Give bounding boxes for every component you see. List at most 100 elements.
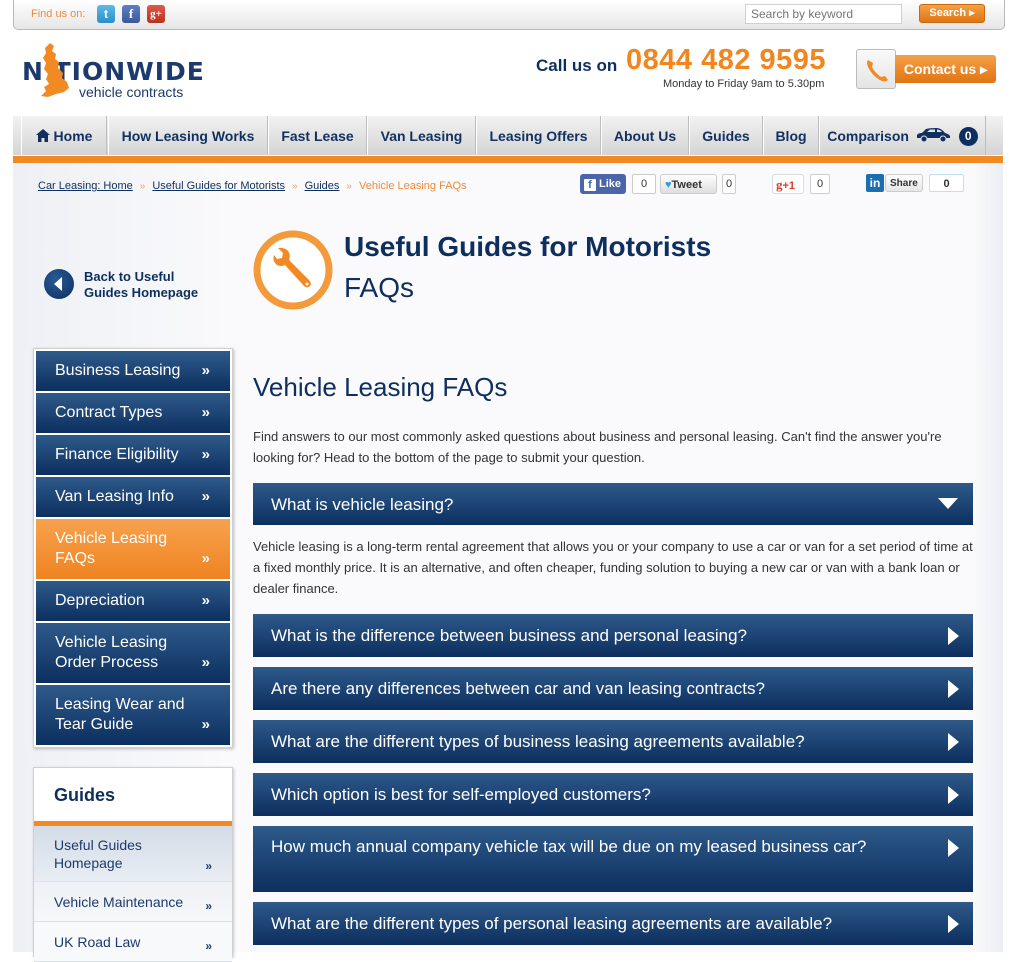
triangle-down-icon: [938, 498, 958, 509]
sidebar-item-van-leasing-info[interactable]: Van Leasing Info »: [36, 477, 230, 517]
guides-item-useful-guides-homepage[interactable]: Useful Guides Homepage »: [34, 826, 232, 882]
faq-question[interactable]: What are the different types of personal…: [253, 902, 973, 945]
guides-item-vehicle-maintenance[interactable]: Vehicle Maintenance »: [34, 882, 232, 922]
sidebar-item-finance-eligibility[interactable]: Finance Eligibility »: [36, 435, 230, 475]
faq-question-text: How much annual company vehicle tax will…: [271, 837, 867, 856]
sidebar-item-wear-and-tear[interactable]: Leasing Wear and Tear Guide »: [36, 685, 230, 745]
chevron-right-icon: »: [201, 404, 210, 421]
search-input[interactable]: [745, 4, 902, 24]
faq-question[interactable]: Which option is best for self-employed c…: [253, 773, 973, 816]
faq-question[interactable]: What is the difference between business …: [253, 614, 973, 657]
nav-underline: [13, 156, 1003, 163]
facebook-like-label: Like: [599, 178, 622, 190]
triangle-right-icon: [948, 915, 959, 933]
find-us-label: Find us on:: [31, 8, 86, 20]
tweet-button[interactable]: ♥Tweet: [660, 174, 717, 194]
nav-fast-lease[interactable]: Fast Lease: [268, 116, 367, 155]
facebook-icon[interactable]: f: [122, 5, 140, 23]
sidebar-item-label: Vehicle Leasing FAQs: [55, 530, 168, 567]
triangle-right-icon: [948, 839, 959, 857]
faq-question-text: What are the different types of business…: [271, 732, 805, 751]
section-heading: Vehicle Leasing FAQs: [253, 372, 508, 402]
guides-panel-title: Guides: [54, 785, 116, 805]
facebook-like-count: 0: [632, 174, 656, 194]
home-icon: [35, 129, 50, 142]
search-button[interactable]: Search ▸: [919, 4, 985, 23]
logo-subtitle: vehicle contracts: [79, 84, 184, 100]
google-plus-count: 0: [810, 174, 830, 194]
nav-home-label: Home: [53, 128, 93, 144]
faq-question[interactable]: Are there any differences between car an…: [253, 667, 973, 710]
chevron-right-icon: »: [201, 446, 210, 463]
top-bar: Find us on: t f g+ Search ▸: [13, 0, 1005, 30]
breadcrumb-home[interactable]: Car Leasing: Home: [38, 180, 133, 192]
breadcrumb-current: Vehicle Leasing FAQs: [358, 180, 467, 192]
faq-question[interactable]: How much annual company vehicle tax will…: [253, 826, 973, 892]
twitter-icon[interactable]: t: [97, 5, 115, 23]
sidebar-item-order-process[interactable]: Vehicle Leasing Order Process »: [36, 623, 230, 683]
linkedin-share-button[interactable]: Share: [885, 174, 923, 192]
breadcrumb-useful-guides[interactable]: Useful Guides for Motorists: [152, 180, 285, 192]
linkedin-icon[interactable]: in: [866, 174, 884, 192]
phone-number[interactable]: 0844 482 9595: [626, 44, 826, 77]
phone-icon: [867, 60, 888, 82]
google-plus-one-button[interactable]: g+1: [772, 174, 804, 194]
opening-hours: Monday to Friday 9am to 5.30pm: [663, 78, 825, 90]
triangle-right-icon: [948, 627, 959, 645]
main-nav: Home How Leasing Works Fast Lease Van Le…: [13, 116, 1003, 155]
sidebar-item-label: Business Leasing: [55, 362, 181, 379]
page-subtitle: FAQs: [344, 272, 415, 303]
nav-comparison-label: Comparison: [827, 128, 909, 144]
back-link-line2: Guides Homepage: [84, 285, 199, 300]
guides-panel: Guides Useful Guides Homepage » Vehicle M…: [33, 767, 233, 962]
google-plus-label: +1: [782, 180, 796, 192]
faq-question-text: Are there any differences between car an…: [271, 679, 765, 698]
sidebar-item-contract-types[interactable]: Contract Types »: [36, 393, 230, 433]
nav-about-us[interactable]: About Us: [601, 116, 689, 155]
sidebar-item-label: Finance Eligibility: [55, 446, 179, 463]
facebook-like-button[interactable]: f Like: [580, 174, 626, 194]
sidebar-menu: Business Leasing » Contract Types » Financ…: [33, 348, 233, 748]
breadcrumb-guides[interactable]: Guides: [305, 180, 340, 192]
guides-item-uk-road-law[interactable]: UK Road Law »: [34, 922, 232, 962]
nav-comparison[interactable]: Comparison 0: [819, 116, 986, 155]
back-link-text: Back to Useful Guides Homepage: [84, 269, 198, 301]
phone-icon-box[interactable]: [856, 49, 896, 89]
chevron-right-icon: »: [205, 859, 212, 873]
triangle-right-icon: [948, 786, 959, 804]
call-us-label: Call us on: [536, 56, 618, 75]
chevron-right-icon: »: [201, 716, 210, 733]
chevron-right-icon: »: [201, 592, 210, 609]
nav-leasing-offers[interactable]: Leasing Offers: [476, 116, 601, 155]
chevron-right-icon: »: [201, 362, 210, 379]
chevron-right-icon: »: [201, 550, 210, 567]
faq-question[interactable]: What is vehicle leasing?: [253, 483, 973, 525]
tweet-label: Tweet: [671, 179, 702, 191]
faq-question[interactable]: What are the different types of business…: [253, 720, 973, 763]
back-to-guides-link[interactable]: Back to Useful Guides Homepage: [44, 269, 224, 303]
chevron-right-icon: »: [205, 939, 212, 953]
nav-van-leasing[interactable]: Van Leasing: [367, 116, 476, 155]
back-arrow-icon: [44, 269, 74, 299]
sidebar-item-depreciation[interactable]: Depreciation »: [36, 581, 230, 621]
sidebar-item-label: Contract Types: [55, 404, 163, 421]
sidebar-item-vehicle-leasing-faqs[interactable]: Vehicle Leasing FAQs »: [36, 519, 230, 579]
chevron-right-icon: »: [205, 899, 212, 913]
guides-item-label: Vehicle Maintenance: [54, 894, 184, 910]
triangle-right-icon: [948, 733, 959, 751]
nav-how-leasing-works[interactable]: How Leasing Works: [108, 116, 268, 155]
tweet-count: 0: [722, 174, 736, 194]
sidebar-item-label: Vehicle Leasing Order Process: [55, 634, 168, 671]
contact-us-button[interactable]: Contact us ▸: [895, 55, 996, 83]
sidebar-item-business-leasing[interactable]: Business Leasing »: [36, 351, 230, 391]
nav-home[interactable]: Home: [21, 116, 107, 155]
faq-question-text: What is the difference between business …: [271, 626, 747, 645]
logo[interactable]: N TIONWIDE vehicle contracts: [22, 42, 232, 100]
triangle-right-icon: [948, 680, 959, 698]
back-link-line1: Back to Useful: [84, 269, 175, 284]
nav-blog[interactable]: Blog: [763, 116, 819, 155]
google-plus-icon[interactable]: g+: [147, 5, 165, 23]
nav-guides[interactable]: Guides: [689, 116, 763, 155]
page-title: Useful Guides for Motorists: [344, 231, 712, 262]
facebook-icon: f: [584, 179, 596, 191]
